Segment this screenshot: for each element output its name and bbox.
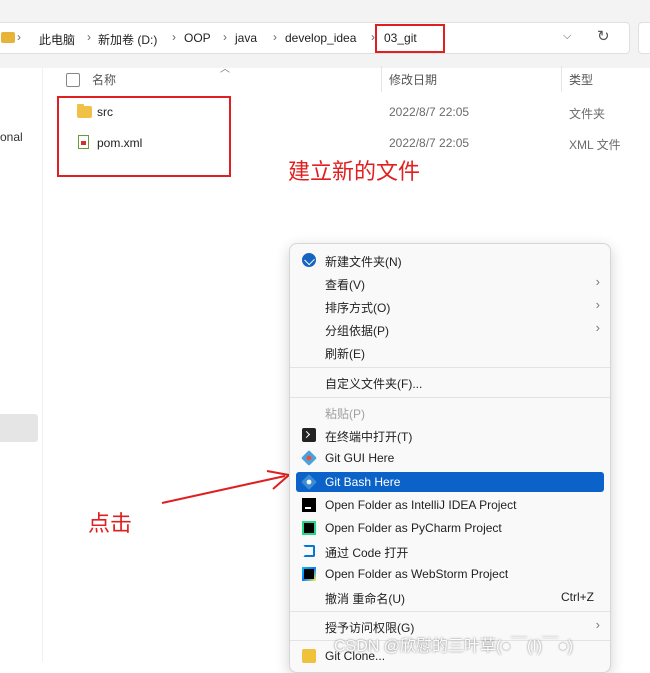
chevron-right-icon: › [595,320,600,335]
menu-item-label: Open Folder as WebStorm Project [325,567,509,581]
menu-item-open-webstorm[interactable]: Open Folder as WebStorm Project [296,564,604,584]
menu-item-open-intellij[interactable]: Open Folder as IntelliJ IDEA Project [296,495,604,515]
menu-item-view[interactable]: 查看(V) › [296,273,604,293]
menu-item-git-bash-here[interactable]: Git Bash Here [296,472,604,492]
chevron-right-icon: › [595,617,600,632]
chevron-right-icon: › [595,297,600,312]
menu-item-shortcut: Ctrl+Z [561,590,594,604]
menu-item-label: Open Folder as PyCharm Project [325,521,502,535]
new-folder-icon [302,253,316,267]
menu-item-label: 粘贴(P) [325,407,365,421]
watermark: CSDN @欣慰的三叶草(●￣(I)￣●) [334,638,574,655]
menu-item-label: 撤消 重命名(U) [325,592,405,606]
menu-item-label: Git Bash Here [325,475,401,489]
vscode-icon [302,544,316,558]
menu-item-open-pycharm[interactable]: Open Folder as PyCharm Project [296,518,604,538]
intellij-idea-icon [302,498,316,512]
chevron-right-icon: › [595,274,600,289]
menu-item-label: 在终端中打开(T) [325,430,413,444]
menu-item-open-in-terminal[interactable]: 在终端中打开(T) [296,425,604,445]
terminal-icon [302,428,316,442]
menu-item-label: 分组依据(P) [325,324,389,338]
pycharm-icon [302,521,316,535]
menu-item-sort-by[interactable]: 排序方式(O) › [296,296,604,316]
menu-item-label: 查看(V) [325,278,365,292]
menu-item-label: 刷新(E) [325,347,365,361]
git-bash-icon [301,474,317,490]
menu-item-git-gui-here[interactable]: Git GUI Here [296,448,604,468]
git-clone-icon [302,649,316,663]
menu-item-customize-folder[interactable]: 自定义文件夹(F)... [296,372,604,392]
menu-divider [290,611,610,612]
menu-item-label: 排序方式(O) [325,301,391,315]
menu-item-label: 新建文件夹(N) [325,255,402,269]
menu-item-label: Open Folder as IntelliJ IDEA Project [325,498,517,512]
menu-divider [290,367,610,368]
menu-item-label: Git GUI Here [325,451,395,465]
webstorm-icon [302,567,316,581]
menu-item-open-with-code[interactable]: 通过 Code 打开 [296,541,604,561]
menu-item-refresh[interactable]: 刷新(E) [296,342,604,362]
git-gui-icon [301,450,317,466]
menu-item-label: 自定义文件夹(F)... [325,377,423,391]
menu-item-label: 通过 Code 打开 [325,546,409,560]
menu-divider [290,397,610,398]
menu-item-undo-rename[interactable]: 撤消 重命名(U) Ctrl+Z [296,587,604,607]
context-menu: 新建文件夹(N) 查看(V) › 排序方式(O) › 分组依据(P) › 刷新(… [289,243,611,673]
menu-item-paste: 粘贴(P) [296,402,604,422]
menu-item-new-folder[interactable]: 新建文件夹(N) [296,250,604,270]
menu-item-group-by[interactable]: 分组依据(P) › [296,319,604,339]
